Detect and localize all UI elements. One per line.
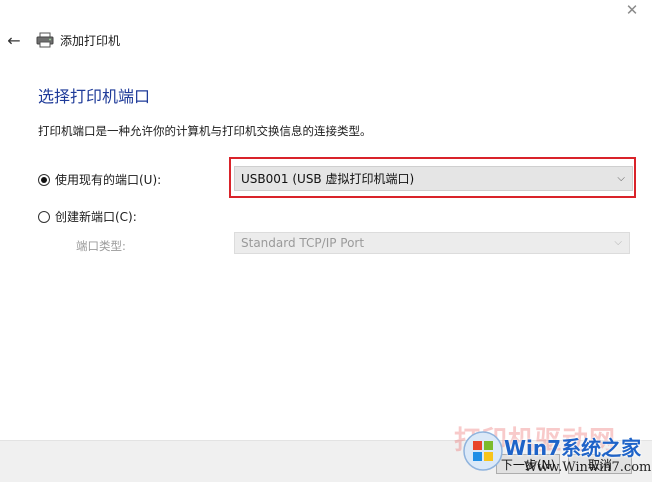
close-button[interactable]: ✕ xyxy=(618,0,646,20)
chevron-down-icon: ⌵ xyxy=(617,172,625,184)
existing-port-label: 使用现有的端口(U): xyxy=(55,173,162,187)
chevron-down-icon: ⌵ xyxy=(614,236,622,248)
port-type-select: Standard TCP/IP Port ⌵ xyxy=(234,232,630,254)
page-heading: 选择打印机端口 xyxy=(38,87,151,106)
new-port-radio-circle[interactable] xyxy=(38,210,50,223)
existing-port-select[interactable]: USB001 (USB 虚拟打印机端口) ⌵ xyxy=(234,166,633,191)
page-description: 打印机端口是一种允许你的计算机与打印机交换信息的连接类型。 xyxy=(38,124,372,138)
back-button[interactable]: ← xyxy=(4,30,24,50)
printer-icon xyxy=(36,32,54,48)
close-icon: ✕ xyxy=(625,1,639,19)
existing-port-radio[interactable]: 使用现有的端口(U): xyxy=(38,171,161,188)
existing-port-radio-circle[interactable] xyxy=(38,173,50,186)
next-button[interactable]: 下一步(N) xyxy=(496,454,560,474)
window-title: 添加打印机 xyxy=(60,34,121,48)
port-type-value: Standard TCP/IP Port xyxy=(241,236,365,250)
new-port-radio[interactable]: 创建新端口(C): xyxy=(38,208,137,225)
port-type-label: 端口类型: xyxy=(76,239,126,253)
back-arrow-icon: ← xyxy=(7,30,21,50)
new-port-label: 创建新端口(C): xyxy=(55,210,137,224)
cancel-button[interactable]: 取消 xyxy=(568,454,632,474)
existing-port-value: USB001 (USB 虚拟打印机端口) xyxy=(241,172,415,186)
